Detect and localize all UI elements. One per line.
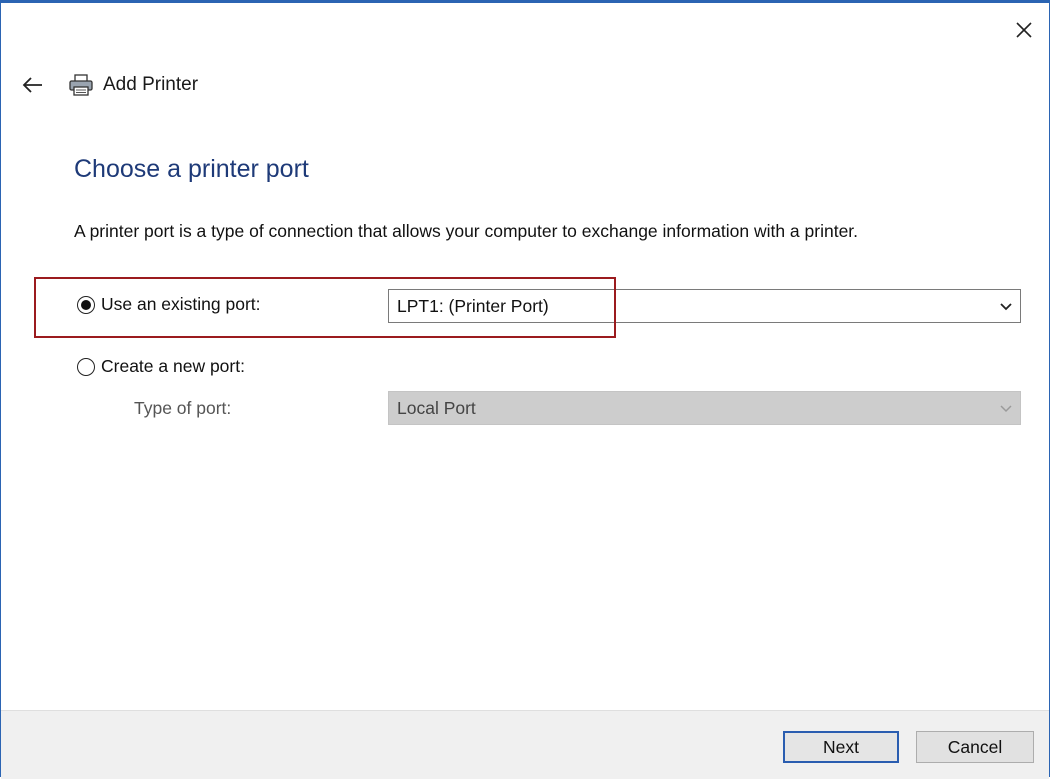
dialog-footer: Next Cancel [1, 710, 1049, 779]
type-of-port-dropdown: Local Port [388, 391, 1021, 425]
type-of-port-label: Type of port: [134, 398, 232, 418]
existing-port-value: LPT1: (Printer Port) [397, 295, 549, 316]
use-existing-port-radio[interactable]: Use an existing port: [77, 294, 261, 315]
page-heading: Choose a printer port [74, 155, 309, 183]
type-of-port-value: Local Port [397, 397, 476, 418]
radio-unselected-indicator[interactable] [77, 357, 95, 376]
page-description: A printer port is a type of connection t… [74, 221, 859, 241]
chevron-down-icon [1000, 303, 1012, 311]
next-button[interactable]: Next [783, 731, 899, 763]
back-button[interactable] [21, 73, 45, 97]
printer-icon [69, 74, 93, 96]
create-new-port-label: Create a new port: [101, 356, 245, 376]
back-arrow-icon [22, 77, 42, 93]
close-button[interactable] [1013, 19, 1035, 41]
radio-selected-indicator[interactable] [77, 295, 95, 314]
create-new-port-radio[interactable]: Create a new port: [77, 356, 245, 377]
title-bar: Add Printer [67, 71, 198, 99]
add-printer-dialog: Add Printer Choose a printer port A prin… [0, 0, 1050, 779]
chevron-down-icon [1000, 405, 1012, 413]
cancel-button[interactable]: Cancel [916, 731, 1034, 763]
window-title: Add Printer [103, 74, 199, 95]
use-existing-port-label: Use an existing port: [101, 294, 261, 314]
close-icon [1016, 22, 1032, 38]
existing-port-dropdown[interactable]: LPT1: (Printer Port) [388, 289, 1021, 323]
